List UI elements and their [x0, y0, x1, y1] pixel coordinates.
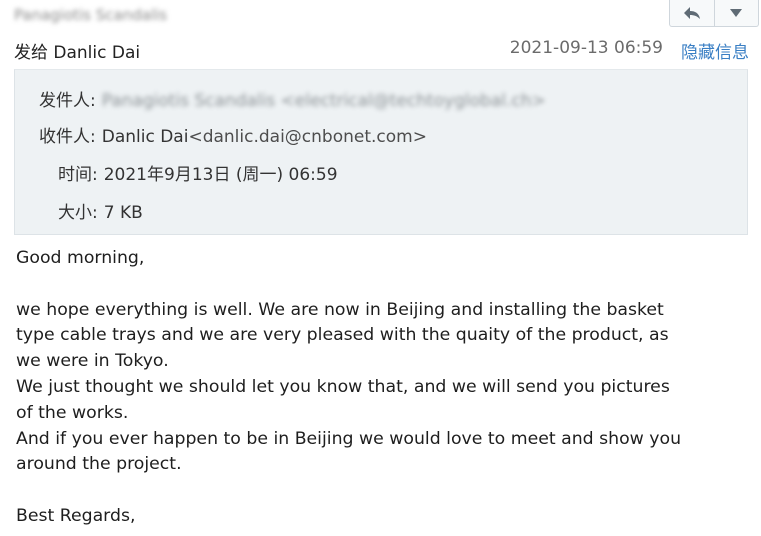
body-line: we hope everything is well. We are now i… [16, 299, 664, 320]
to-row: 收件人: Danlic Dai <danlic.dai@cnbonet.com> [39, 122, 427, 147]
to-email[interactable]: <danlic.dai@cnbonet.com> [188, 127, 427, 147]
sent-date: 2021-09-13 06:59 [509, 38, 663, 58]
caret-down-icon [730, 9, 743, 17]
reply-button-group [669, 0, 759, 27]
time-label: 时间: [58, 165, 98, 185]
size-label: 大小: [58, 203, 98, 223]
body-line: we were in Tokyo. [16, 351, 169, 372]
body-line: We just thought we should let you know t… [16, 376, 670, 397]
body-line: type cable trays and we are very pleased… [16, 325, 669, 346]
body-line: around the project. [16, 454, 182, 475]
to-label: 收件人: [39, 127, 96, 147]
greeting-line: Good morning, [16, 248, 145, 268]
from-label: 发件人: [39, 91, 96, 111]
size-value: 7 KB [103, 203, 143, 223]
sender-name: Panagiotis Scandalis [14, 6, 168, 24]
hide-details-link[interactable]: 隐藏信息 [681, 38, 749, 63]
more-options-button[interactable] [715, 0, 759, 26]
body-line: of the works. [16, 402, 129, 423]
recipient-summary: 发给 Danlic Dai [14, 43, 141, 63]
from-row: 发件人: Panagiotis Scandalis <electrical@te… [39, 86, 546, 111]
message-details-panel: 发件人: Panagiotis Scandalis <electrical@te… [14, 69, 748, 235]
size-row: 大小: 7 KB [58, 198, 143, 223]
closing-line: Best Regards, [16, 505, 136, 526]
body-line: And if you ever happen to be in Beijing … [16, 428, 682, 449]
message-body: Good morning, we hope everything is well… [16, 246, 746, 530]
time-value: 2021年9月13日 (周一) 06:59 [103, 165, 338, 185]
reply-arrow-icon [683, 7, 700, 19]
time-row: 时间: 2021年9月13日 (周一) 06:59 [58, 160, 338, 185]
reply-button[interactable] [670, 0, 715, 26]
to-name[interactable]: Danlic Dai [102, 127, 189, 147]
from-value: Panagiotis Scandalis <electrical@techtoy… [101, 91, 546, 111]
